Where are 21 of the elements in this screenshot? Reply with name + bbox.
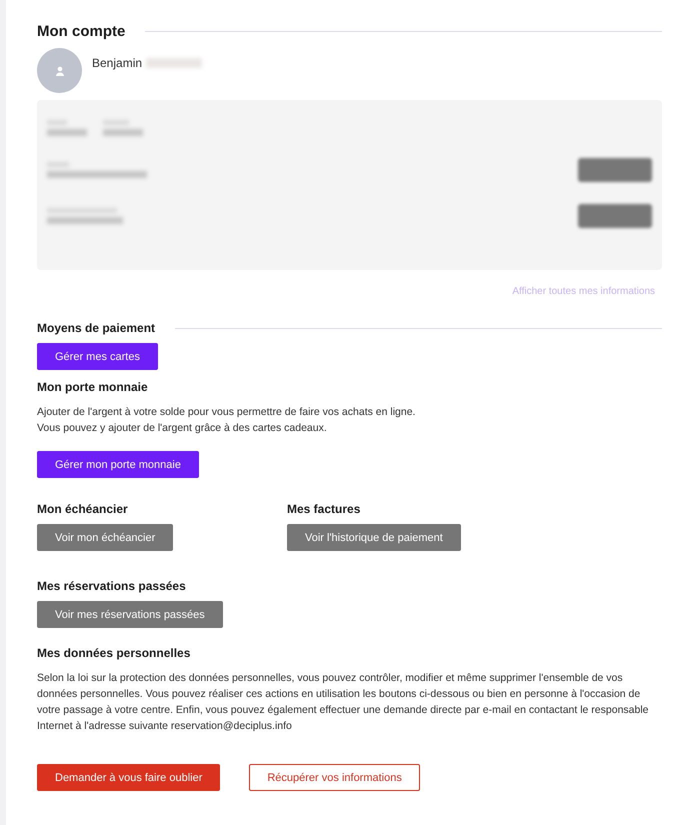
section-heading: Mon porte monnaie <box>37 380 149 394</box>
retrieve-button[interactable]: Récupérer vos informations <box>249 764 420 791</box>
section-heading: Mon compte <box>37 23 126 40</box>
manage-button[interactable]: Gérer mon porte monnaie <box>37 451 199 478</box>
view-button[interactable]: Voir mon échéancier <box>37 524 174 551</box>
section-heading: Mes données personnelles <box>37 646 192 660</box>
section-heading: Mes factures <box>287 502 362 516</box>
user-icon <box>54 66 64 76</box>
view-button[interactable]: Voir mes réservations passées <box>37 601 223 628</box>
section-heading: Moyens de paiement <box>37 321 156 335</box>
manage-button[interactable]: Gérer mes cartes <box>37 343 158 370</box>
description-text: Ajouter de l'argent à votre solde pour vous permettre de faire vos achats en ligne. <box>37 405 416 420</box>
redacted-field <box>47 120 87 136</box>
privacy-paragraph: Selon la loi sur la protection des données personnelles, vous pouvez contrôler, modifier et même supprimer l'ensemble de vos données personnelles. Vous pouvez réaliser ces actions en utilisation les boutons ci-dessous ou bien en personne à l'occasion de votre passage à votre centre. Enfin, vous pouvez également effectuer une demande directe par e-mail en contactant le responsable Internet à l'adresse suivante reservation@deciplus.info <box>37 671 650 734</box>
forget-button[interactable]: Demander à vous faire oublier <box>37 764 220 791</box>
description-text: Vous pouvez y ajouter de l'argent grâce à des cartes cadeaux. <box>37 421 328 436</box>
view-button[interactable]: Voir l'historique de paiement <box>287 524 461 551</box>
redacted-field <box>103 120 143 136</box>
section-heading: Mes réservations passées <box>37 579 187 593</box>
section-heading: Mon échéancier <box>37 502 129 516</box>
user-name: Benjamin <box>92 56 142 70</box>
